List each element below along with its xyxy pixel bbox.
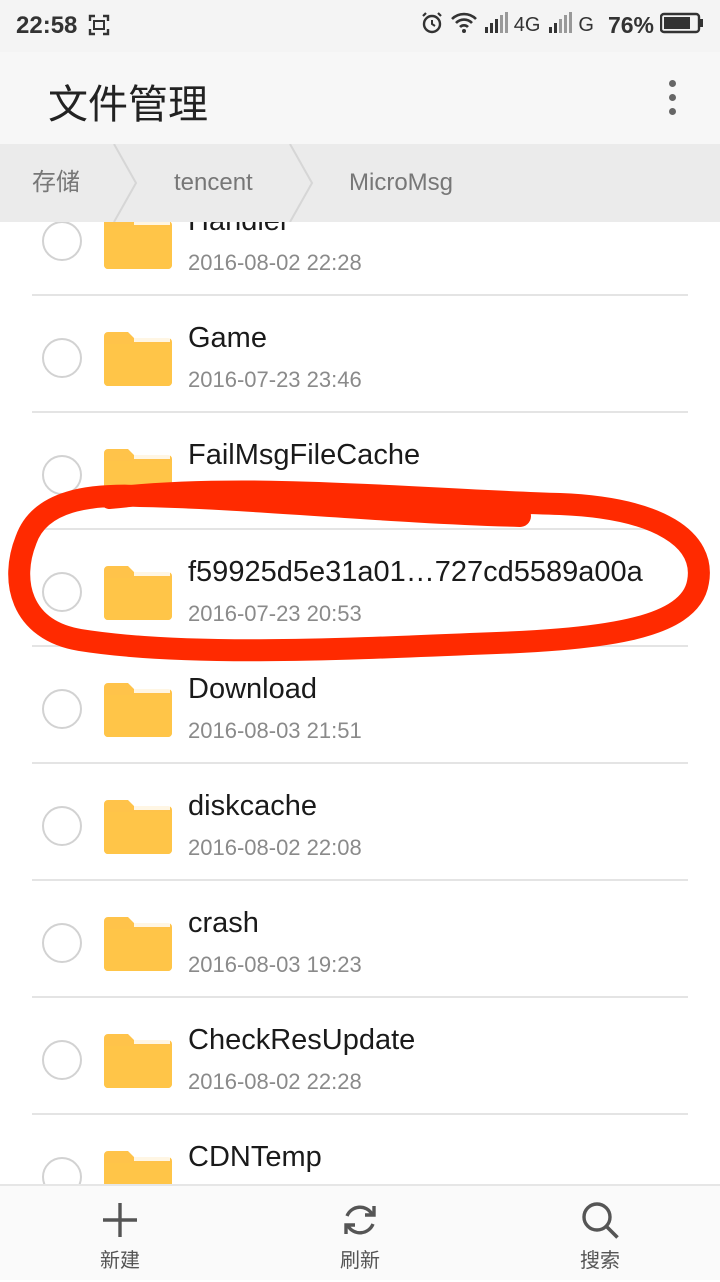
breadcrumb-item-micromsg[interactable]: MicroMsg <box>349 144 453 222</box>
signal-icon <box>484 11 508 39</box>
status-bar: 22:58 4G G 76% <box>0 0 720 52</box>
file-name: crash <box>188 907 259 939</box>
breadcrumb-item-tencent[interactable]: tencent <box>174 144 253 222</box>
file-date: 2016-08-02 22:08 <box>188 835 362 860</box>
file-date: 2016-08-02 22:28 <box>188 1069 362 1094</box>
select-radio[interactable] <box>42 1040 82 1080</box>
list-item[interactable]: Game 2016-07-23 23:46 <box>0 296 720 413</box>
file-name: CDNTemp <box>188 1141 322 1173</box>
list-item[interactable]: crash 2016-08-03 19:23 <box>0 881 720 998</box>
more-vert-icon[interactable] <box>656 74 688 122</box>
search-label: 搜索 <box>580 1248 620 1272</box>
select-radio[interactable] <box>42 455 82 495</box>
file-name: diskcache <box>188 790 317 822</box>
search-icon <box>582 1202 619 1239</box>
folder-icon <box>104 1034 172 1088</box>
signal-icon <box>548 11 573 39</box>
search-button[interactable]: 搜索 <box>540 1186 660 1282</box>
bottom-toolbar: 新建 刷新 搜索 <box>0 1184 720 1280</box>
app-bar: 文件管理 <box>0 52 720 144</box>
list-item[interactable]: CheckResUpdate 2016-08-02 22:28 <box>0 998 720 1115</box>
select-radio[interactable] <box>42 1157 82 1184</box>
folder-icon <box>104 1151 172 1184</box>
folder-icon <box>104 800 172 854</box>
new-label: 新建 <box>100 1248 140 1272</box>
select-radio[interactable] <box>42 923 82 963</box>
network-type-g: G <box>578 13 594 36</box>
list-item[interactable]: diskcache 2016-08-02 22:08 <box>0 764 720 881</box>
folder-icon <box>104 449 172 503</box>
folder-icon <box>104 332 172 386</box>
new-button[interactable]: 新建 <box>60 1186 180 1282</box>
file-date: 2016-08-02 22:28 <box>188 250 362 275</box>
screenshot-icon <box>88 14 110 41</box>
status-time: 22:58 <box>16 12 78 39</box>
breadcrumb-chevron-icon <box>113 144 138 222</box>
file-date: 2016-08-03 19:23 <box>188 952 362 977</box>
breadcrumb-chevron-icon <box>289 144 314 222</box>
refresh-button[interactable]: 刷新 <box>300 1186 420 1282</box>
list-item[interactable]: FailMsgFileCache 2016-07-23 19:05 <box>0 413 720 530</box>
folder-icon <box>104 222 172 269</box>
select-radio[interactable] <box>42 689 82 729</box>
select-radio[interactable] <box>42 222 82 261</box>
file-name: Game <box>188 322 267 354</box>
file-name: f59925d5e31a01…727cd5589a00a <box>188 556 643 588</box>
file-list[interactable]: Handler 2016-08-02 22:28 Game 2016-07-23… <box>0 222 720 1184</box>
list-item[interactable]: f59925d5e31a01…727cd5589a00a 2016-07-23 … <box>0 530 720 647</box>
file-name: Handler <box>188 222 290 238</box>
file-name: FailMsgFileCache <box>188 439 421 471</box>
breadcrumb-item-storage[interactable]: 存储 <box>32 144 80 222</box>
battery-percent: 76% <box>607 11 654 38</box>
plus-icon <box>103 1203 137 1237</box>
refresh-label: 刷新 <box>340 1248 380 1272</box>
page-title: 文件管理 <box>48 82 208 128</box>
select-radio[interactable] <box>42 338 82 378</box>
wifi-icon <box>450 12 478 39</box>
list-item[interactable]: Handler 2016-08-02 22:28 <box>0 222 720 296</box>
list-item[interactable]: Download 2016-08-03 21:51 <box>0 647 720 764</box>
battery-icon <box>659 12 704 39</box>
refresh-icon <box>344 1205 376 1235</box>
network-type-4g: 4G <box>513 13 541 36</box>
folder-icon <box>104 683 172 737</box>
list-item[interactable]: CDNTemp <box>0 1115 720 1184</box>
select-radio[interactable] <box>42 572 82 612</box>
file-date: 2016-07-23 23:46 <box>188 367 362 392</box>
alarm-icon <box>420 11 444 40</box>
file-date: 2016-07-23 19:05 <box>188 484 362 509</box>
breadcrumb: 存储 tencent MicroMsg <box>0 144 720 222</box>
folder-icon <box>104 917 172 971</box>
file-name: CheckResUpdate <box>188 1024 416 1056</box>
file-name: Download <box>188 673 317 705</box>
select-radio[interactable] <box>42 806 82 846</box>
file-date: 2016-08-03 21:51 <box>188 718 362 743</box>
folder-icon <box>104 566 172 620</box>
file-date: 2016-07-23 20:53 <box>188 601 362 626</box>
